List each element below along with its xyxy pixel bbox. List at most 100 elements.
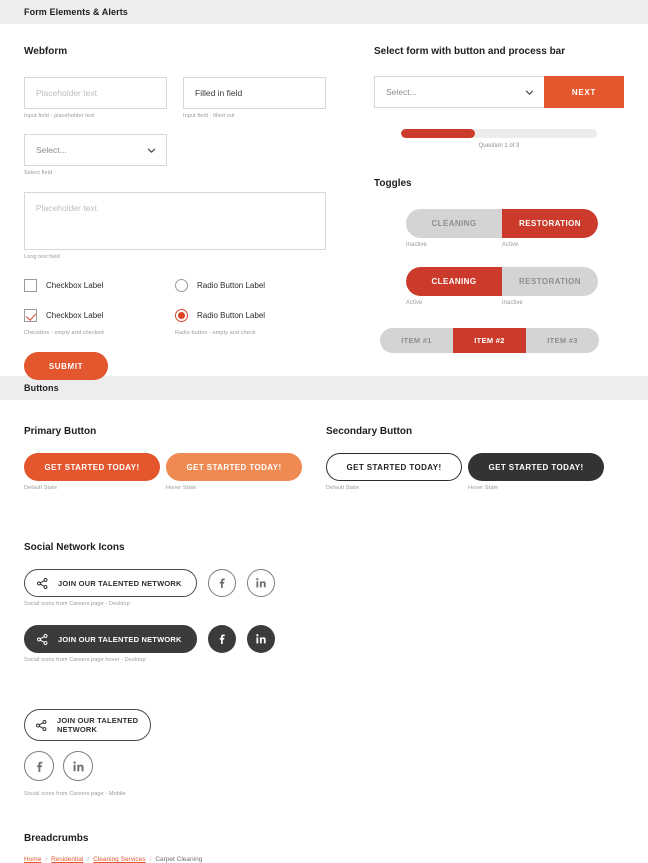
share-icon bbox=[37, 633, 48, 645]
checkbox-row-empty[interactable]: Checkbox Label bbox=[24, 274, 175, 296]
join-network-button-mobile[interactable]: JOIN OUR TALENTED NETWORK bbox=[24, 709, 152, 741]
share-icon bbox=[36, 719, 47, 731]
long-text-field[interactable] bbox=[24, 192, 326, 250]
checkbox-checked-icon[interactable] bbox=[24, 308, 37, 322]
primary-button-default-caption: Default State bbox=[24, 485, 58, 491]
linkedin-icon bbox=[255, 578, 266, 588]
select-field[interactable]: Select... bbox=[24, 134, 167, 166]
checkbox-checked-label: Checkbox Label bbox=[46, 310, 104, 320]
item-tab-2[interactable]: ITEM #2 bbox=[453, 328, 526, 353]
primary-button-hover[interactable]: GET STARTED TODAY! bbox=[166, 453, 302, 481]
join-network-button-hover[interactable]: JOIN OUR TALENTED NETWORK bbox=[24, 625, 197, 653]
facebook-icon-default[interactable] bbox=[207, 569, 236, 597]
linkedin-icon bbox=[255, 634, 266, 644]
toggle-one-left[interactable]: CLEANING bbox=[406, 209, 502, 238]
radio-empty-label: Radio Button Label bbox=[197, 280, 266, 290]
input-placeholder-group: Placeholder text Input field - placehold… bbox=[24, 77, 167, 119]
toggle-two[interactable]: CLEANING RESTORATION bbox=[406, 267, 598, 296]
radio-row-checked[interactable]: Radio Button Label bbox=[175, 304, 326, 326]
share-icon bbox=[37, 577, 48, 589]
chevron-down-icon bbox=[525, 90, 534, 95]
process-select-value: Select... bbox=[386, 87, 417, 97]
breadcrumb-separator: / bbox=[149, 856, 152, 863]
primary-button-column: Primary Button GET STARTED TODAY! Defaul… bbox=[24, 426, 326, 491]
breadcrumb-separator: / bbox=[87, 856, 90, 863]
webform-column: Webform Placeholder text Input field - p… bbox=[24, 24, 326, 380]
progress-caption: Question 1 of 3 bbox=[478, 143, 520, 149]
secondary-button-hover[interactable]: GET STARTED TODAY! bbox=[468, 453, 604, 481]
linkedin-icon-hover[interactable] bbox=[246, 625, 275, 653]
facebook-icon-hover[interactable] bbox=[207, 625, 236, 653]
select-with-next-group: Select... NEXT bbox=[374, 76, 624, 108]
webform-title: Webform bbox=[24, 46, 68, 57]
breadcrumb-item-current: Carpet Cleaning bbox=[155, 856, 203, 863]
join-network-button-mobile-label-line2: NETWORK bbox=[57, 725, 98, 734]
text-input-placeholder[interactable]: Placeholder text bbox=[24, 77, 167, 109]
radio-column: Radio Button Label Radio Button Label Ra… bbox=[175, 274, 326, 336]
linkedin-icon bbox=[72, 760, 83, 771]
item-tab-1[interactable]: ITEM #1 bbox=[380, 328, 453, 353]
progress-bar-fill bbox=[401, 129, 476, 138]
select-process-title: Select form with button and process bar bbox=[374, 46, 566, 57]
facebook-icon bbox=[219, 578, 225, 589]
toggle-one-group: CLEANING RESTORATION Inactive Active bbox=[374, 209, 624, 248]
primary-default-group: GET STARTED TODAY! Default State bbox=[24, 453, 160, 491]
breadcrumb: Home / Residential / Cleaning Services /… bbox=[24, 856, 624, 863]
secondary-default-group: GET STARTED TODAY! Default State bbox=[326, 453, 462, 491]
next-button[interactable]: NEXT bbox=[544, 76, 624, 108]
join-network-button-mobile-label-line1: JOIN OUR TALENTED bbox=[57, 715, 139, 725]
radio-checked-label: Radio Button Label bbox=[197, 310, 266, 320]
long-text-field-caption: Long text field bbox=[24, 254, 60, 260]
text-input-filled[interactable]: Filled in field bbox=[183, 77, 326, 109]
toggle-one[interactable]: CLEANING RESTORATION bbox=[406, 209, 598, 238]
breadcrumb-item-cleaning-services[interactable]: Cleaning Services bbox=[93, 856, 145, 863]
primary-button-title: Primary Button bbox=[24, 426, 97, 437]
primary-button-default[interactable]: GET STARTED TODAY! bbox=[24, 453, 160, 481]
facebook-icon bbox=[36, 761, 42, 772]
secondary-button-title: Secondary Button bbox=[326, 426, 413, 437]
item-tab-3[interactable]: ITEM #3 bbox=[526, 328, 599, 353]
secondary-button-default-caption: Default State bbox=[326, 485, 360, 491]
progress-group: Question 1 of 3 bbox=[374, 129, 624, 149]
toggle-two-left[interactable]: CLEANING bbox=[406, 267, 502, 296]
social-mobile-caption: Social icons from Careers page - Mobile bbox=[24, 791, 126, 797]
facebook-icon-mobile[interactable] bbox=[24, 751, 54, 781]
input-filled-group: Filled in field Input field - filled out bbox=[183, 77, 326, 119]
linkedin-icon-default[interactable] bbox=[246, 569, 275, 597]
social-icons-title: Social Network Icons bbox=[24, 542, 125, 553]
chevron-down-icon bbox=[147, 148, 156, 153]
submit-button[interactable]: SUBMIT bbox=[24, 352, 108, 380]
social-desktop-hover-group: JOIN OUR TALENTED NETWORK Social icons f… bbox=[24, 625, 624, 663]
section-header-buttons-title: Buttons bbox=[24, 383, 59, 393]
section-header-form-elements: Form Elements & Alerts bbox=[0, 0, 648, 24]
toggle-two-left-state: Active bbox=[406, 300, 423, 306]
breadcrumb-item-home[interactable]: Home bbox=[24, 856, 41, 863]
join-network-button-default[interactable]: JOIN OUR TALENTED NETWORK bbox=[24, 569, 197, 597]
social-mobile-group: JOIN OUR TALENTED NETWORK Social icons f… bbox=[24, 709, 624, 797]
breadcrumbs-title: Breadcrumbs bbox=[24, 833, 89, 844]
social-desktop-default-group: JOIN OUR TALENTED NETWORK Social icons f… bbox=[24, 569, 624, 607]
item-tab-group[interactable]: ITEM #1 ITEM #2 ITEM #3 bbox=[380, 328, 599, 353]
toggle-one-right-state: Active bbox=[502, 242, 519, 248]
checkbox-empty-label: Checkbox Label bbox=[46, 280, 104, 290]
toggle-one-right[interactable]: RESTORATION bbox=[502, 209, 598, 238]
checkbox-empty-icon[interactable] bbox=[24, 278, 37, 292]
toggle-two-right-state: Inactive bbox=[502, 300, 523, 306]
radio-checked-icon[interactable] bbox=[175, 308, 188, 322]
radio-empty-icon[interactable] bbox=[175, 278, 188, 292]
breadcrumb-item-residential[interactable]: Residential bbox=[51, 856, 83, 863]
toggle-one-left-state: Inactive bbox=[406, 242, 427, 248]
select-field-caption: Select field bbox=[24, 170, 53, 176]
linkedin-icon-mobile[interactable] bbox=[63, 751, 93, 781]
toggle-two-right[interactable]: RESTORATION bbox=[502, 267, 598, 296]
process-select-field[interactable]: Select... bbox=[374, 76, 544, 108]
join-network-button-default-label: JOIN OUR TALENTED NETWORK bbox=[58, 578, 182, 588]
secondary-button-column: Secondary Button GET STARTED TODAY! Defa… bbox=[326, 426, 622, 491]
radio-row-empty[interactable]: Radio Button Label bbox=[175, 274, 326, 296]
secondary-button-default[interactable]: GET STARTED TODAY! bbox=[326, 453, 462, 481]
checkbox-column: Checkbox Label Checkbox Label Checkbox -… bbox=[24, 274, 175, 336]
checkbox-caption: Checkbox - empty and checked bbox=[24, 330, 104, 336]
checkbox-row-checked[interactable]: Checkbox Label bbox=[24, 304, 175, 326]
secondary-button-hover-caption: Hover State bbox=[468, 485, 499, 491]
text-input-filled-caption: Input field - filled out bbox=[183, 113, 235, 119]
